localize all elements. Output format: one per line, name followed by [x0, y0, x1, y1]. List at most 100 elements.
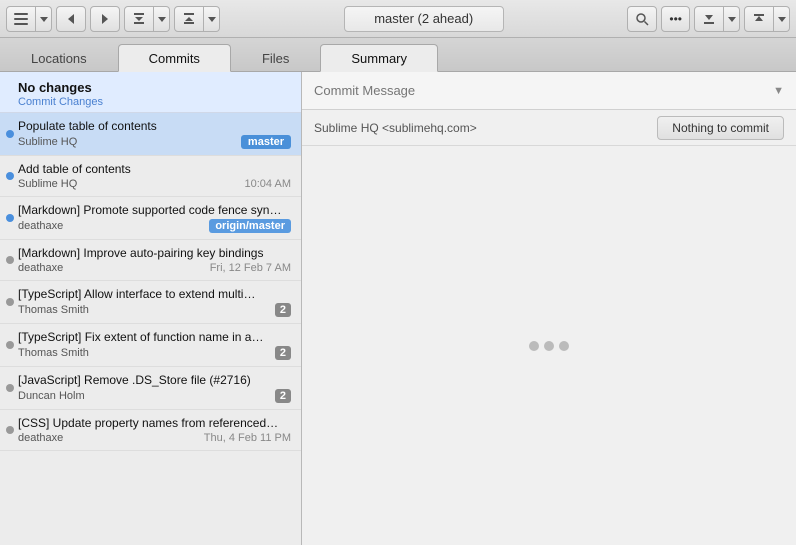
push-button[interactable]	[174, 6, 204, 32]
commit-dot	[6, 214, 14, 222]
commit-item[interactable]: [TypeScript] Fix extent of function name…	[0, 324, 301, 367]
commit-author: Thomas Smith	[18, 347, 89, 359]
tab-files[interactable]: Files	[231, 44, 320, 72]
main-content: No changes Commit Changes Populate table…	[0, 72, 796, 545]
commit-sub: Thomas Smith 2	[18, 346, 291, 360]
commit-message-input[interactable]	[314, 83, 765, 98]
pull-button[interactable]	[694, 6, 724, 32]
push-icon	[182, 12, 196, 26]
commit-message-bar: ▼	[302, 72, 796, 110]
push2-button-group	[744, 6, 790, 32]
commit-badge: 2	[275, 389, 291, 403]
commit-item[interactable]: [TypeScript] Allow interface to extend m…	[0, 281, 301, 324]
menu-chevron[interactable]	[36, 6, 52, 32]
chevron-down-icon-5	[778, 15, 786, 23]
commit-sub: deathaxeorigin/master	[18, 219, 291, 233]
commit-dot	[6, 130, 14, 138]
tab-commits[interactable]: Commits	[118, 44, 231, 72]
tab-commits-label: Commits	[149, 51, 200, 66]
tab-files-label: Files	[262, 51, 289, 66]
fetch-button-group	[124, 6, 170, 32]
commit-author: deathaxe	[18, 432, 63, 444]
loading-dots	[529, 341, 569, 351]
tab-summary[interactable]: Summary	[320, 44, 438, 72]
author-text: Sublime HQ <sublimehq.com>	[314, 121, 477, 135]
push-chevron[interactable]	[204, 6, 220, 32]
commit-time: Fri, 12 Feb 7 AM	[210, 262, 291, 274]
push-button-group	[174, 6, 220, 32]
forward-icon	[98, 12, 112, 26]
commit-dot	[6, 341, 14, 349]
push2-chevron[interactable]	[774, 6, 790, 32]
fetch-icon	[132, 12, 146, 26]
pull-button-group	[694, 6, 740, 32]
no-changes-item[interactable]: No changes Commit Changes	[0, 72, 301, 113]
commit-item[interactable]: [JavaScript] Remove .DS_Store file (#271…	[0, 367, 301, 410]
no-changes-subtitle: Commit Changes	[18, 96, 291, 108]
commit-author: deathaxe	[18, 220, 63, 232]
push2-button[interactable]	[744, 6, 774, 32]
author-bar: Sublime HQ <sublimehq.com> Nothing to co…	[302, 110, 796, 146]
commit-title: [TypeScript] Fix extent of function name…	[18, 330, 288, 344]
nothing-to-commit-button[interactable]: Nothing to commit	[657, 116, 784, 140]
commit-author: Duncan Holm	[18, 390, 85, 402]
commit-title: [JavaScript] Remove .DS_Store file (#271…	[18, 373, 288, 387]
tab-locations[interactable]: Locations	[0, 44, 118, 72]
commit-dot	[6, 384, 14, 392]
commit-time: Thu, 4 Feb 11 PM	[204, 432, 291, 444]
commit-sub: Sublime HQ 10:04 AM	[18, 178, 291, 190]
commit-title: Add table of contents	[18, 162, 288, 176]
chevron-down-icon-3	[208, 15, 216, 23]
commit-item[interactable]: Add table of contents Sublime HQ 10:04 AM	[0, 156, 301, 197]
commit-title: [Markdown] Promote supported code fence …	[18, 203, 288, 217]
repo-title: master (2 ahead)	[344, 6, 504, 32]
commit-badge: 2	[275, 303, 291, 317]
commit-list-container: Populate table of contentsSublime HQmast…	[0, 113, 301, 451]
search-icon	[635, 12, 649, 26]
loading-dot-1	[529, 341, 539, 351]
commit-title: [Markdown] Improve auto-pairing key bind…	[18, 246, 288, 260]
no-changes-title: No changes	[18, 80, 291, 95]
push2-icon	[752, 12, 766, 26]
more-button[interactable]: •••	[661, 6, 690, 32]
nav-back-button[interactable]	[56, 6, 86, 32]
commit-badge: 2	[275, 346, 291, 360]
loading-dot-2	[544, 341, 554, 351]
commit-author: deathaxe	[18, 262, 63, 274]
commit-sub: deathaxe Thu, 4 Feb 11 PM	[18, 432, 291, 444]
commit-author: Sublime HQ	[18, 178, 77, 190]
commit-title: [CSS] Update property names from referen…	[18, 416, 288, 430]
right-panel: ▼ Sublime HQ <sublimehq.com> Nothing to …	[302, 72, 796, 545]
commit-sub: Duncan Holm 2	[18, 389, 291, 403]
tab-summary-label: Summary	[351, 51, 407, 66]
commit-item[interactable]: [CSS] Update property names from referen…	[0, 410, 301, 451]
commit-time: 10:04 AM	[245, 178, 291, 190]
commit-sub: deathaxe Fri, 12 Feb 7 AM	[18, 262, 291, 274]
repo-title-text: master (2 ahead)	[374, 11, 473, 26]
commit-sub: Thomas Smith 2	[18, 303, 291, 317]
chevron-down-icon-4	[728, 15, 736, 23]
commit-item[interactable]: Populate table of contentsSublime HQmast…	[0, 113, 301, 156]
menu-icon	[14, 12, 28, 26]
commit-msg-chevron-icon[interactable]: ▼	[773, 85, 784, 97]
loading-dot-3	[559, 341, 569, 351]
search-button[interactable]	[627, 6, 657, 32]
menu-button[interactable]	[6, 6, 36, 32]
loading-area	[302, 146, 796, 545]
commit-item[interactable]: [Markdown] Promote supported code fence …	[0, 197, 301, 240]
fetch-button[interactable]	[124, 6, 154, 32]
commit-dot	[6, 426, 14, 434]
commit-author: Sublime HQ	[18, 136, 77, 148]
menu-button-group	[6, 6, 52, 32]
commit-item[interactable]: [Markdown] Improve auto-pairing key bind…	[0, 240, 301, 281]
commit-sub: Sublime HQmaster	[18, 135, 291, 149]
commit-dot	[6, 172, 14, 180]
pull-chevron[interactable]	[724, 6, 740, 32]
tabbar: Locations Commits Files Summary	[0, 38, 796, 72]
nav-forward-button[interactable]	[90, 6, 120, 32]
fetch-chevron[interactable]	[154, 6, 170, 32]
commit-list: No changes Commit Changes Populate table…	[0, 72, 302, 545]
tab-locations-label: Locations	[31, 51, 87, 66]
pull-icon	[702, 12, 716, 26]
commit-author: Thomas Smith	[18, 304, 89, 316]
